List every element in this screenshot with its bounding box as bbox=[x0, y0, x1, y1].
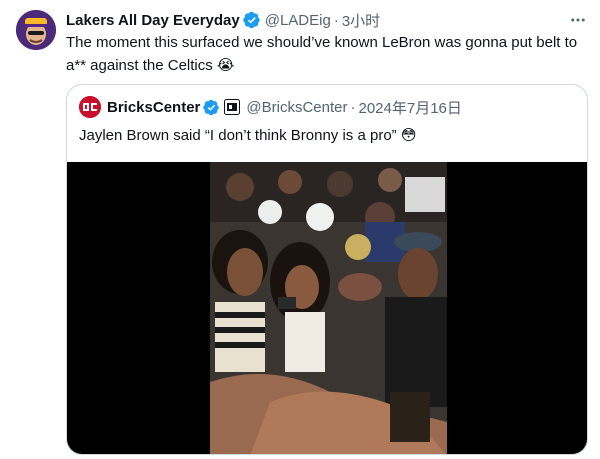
affiliate-badge-icon bbox=[224, 99, 241, 115]
quoted-author-handle[interactable]: @BricksCenter bbox=[246, 99, 347, 116]
header-separator: · bbox=[333, 11, 339, 29]
tweet-text: The moment this surfaced we should’ve kn… bbox=[66, 34, 578, 74]
quoted-tweet-text: Jaylen Brown said “I don’t think Bronny … bbox=[79, 127, 397, 144]
author-display-name[interactable]: Lakers All Day Everyday bbox=[66, 12, 240, 29]
bricks-center-logo-icon bbox=[79, 96, 101, 118]
author-avatar[interactable] bbox=[16, 10, 56, 50]
flushed-face-emoji: 😳 bbox=[400, 126, 417, 144]
quoted-tweet-card[interactable]: BricksCenter @BricksCenter · 2024年7月16日 … bbox=[66, 84, 588, 455]
quoted-tweet-body: Jaylen Brown said “I don’t think Bronny … bbox=[79, 125, 579, 146]
author-handle[interactable]: @LADEig bbox=[265, 12, 331, 29]
more-horizontal-icon bbox=[571, 18, 585, 22]
loudly-crying-emoji: 😭 bbox=[216, 56, 235, 74]
user-avatar-icon bbox=[16, 10, 56, 50]
verified-badge-icon bbox=[203, 99, 220, 116]
video-still-icon bbox=[210, 162, 447, 454]
quoted-author-display-name[interactable]: BricksCenter bbox=[107, 99, 200, 116]
quoted-tweet-timestamp[interactable]: 2024年7月16日 bbox=[358, 97, 461, 118]
tweet-card[interactable]: Lakers All Day Everyday @LADEig · 3小时 Th… bbox=[0, 0, 600, 459]
tweet-body: The moment this surfaced we should’ve kn… bbox=[66, 32, 586, 77]
quoted-author-avatar[interactable] bbox=[79, 96, 101, 118]
verified-badge-icon bbox=[242, 11, 261, 29]
more-options-button[interactable] bbox=[566, 10, 590, 30]
quoted-tweet-header: BricksCenter @BricksCenter · 2024年7月16日 bbox=[79, 96, 462, 118]
tweet-header: Lakers All Day Everyday @LADEig · 3小时 bbox=[66, 10, 380, 30]
tweet-timestamp[interactable]: 3小时 bbox=[342, 10, 380, 31]
quoted-video-media[interactable] bbox=[67, 162, 587, 454]
quoted-header-separator: · bbox=[350, 98, 356, 116]
